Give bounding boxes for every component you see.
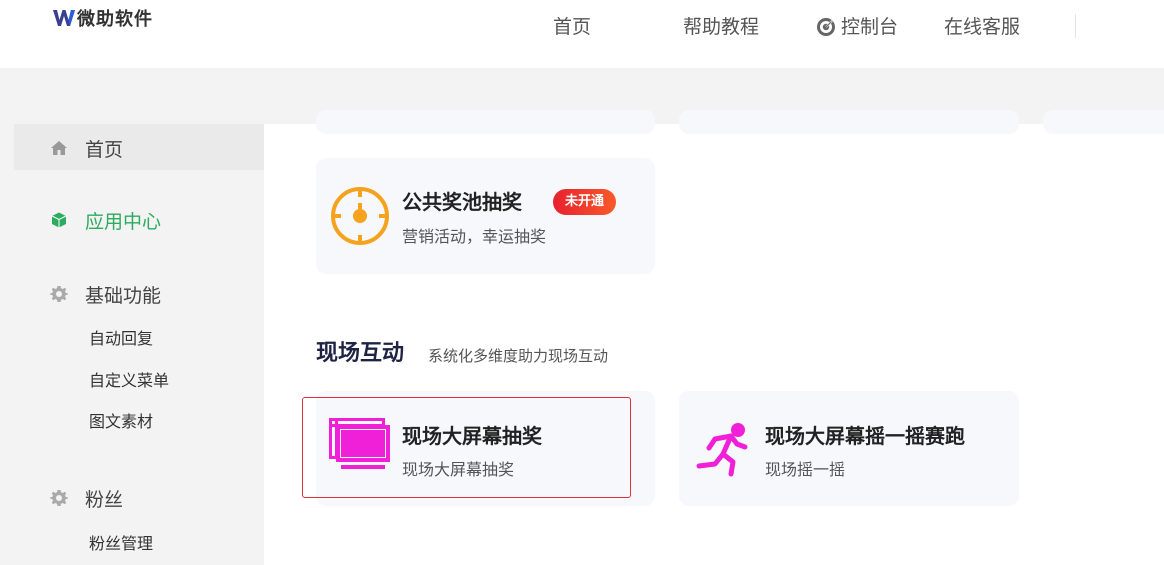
sidebar-item-app-center-label: 应用中心	[85, 210, 162, 233]
monitor-icon	[329, 418, 390, 469]
nav-online-service[interactable]: 在线客服	[944, 14, 1020, 40]
sidebar-item-home[interactable]: 首页	[50, 135, 123, 161]
sidebar-item-basic-label: 基础功能	[85, 284, 162, 307]
sidebar-item-fans[interactable]: 粉丝	[50, 485, 123, 511]
sidebar-sub-custom-menu[interactable]: 自定义菜单	[89, 370, 169, 392]
home-icon	[51, 141, 67, 155]
gear-icon	[50, 286, 68, 302]
app-card-partial[interactable]	[316, 110, 655, 134]
sidebar-item-app-center[interactable]: 应用中心	[50, 207, 161, 233]
card-title: 现场大屏幕摇一摇赛跑	[765, 424, 965, 448]
brand-logo[interactable]: 微助软件	[52, 6, 153, 30]
app-card-partial[interactable]	[679, 110, 1019, 134]
sidebar-item-home-label: 首页	[85, 138, 124, 161]
sidebar-item-fans-label: 粉丝	[85, 488, 124, 511]
card-title: 公共奖池抽奖	[402, 190, 522, 214]
nav-console[interactable]: 控制台	[816, 14, 898, 40]
console-target-icon	[817, 18, 835, 36]
card-description: 现场大屏幕抽奖	[402, 460, 515, 479]
nav-console-label: 控制台	[841, 16, 899, 38]
nav-home-label: 首页	[553, 16, 592, 38]
nav-service-label: 在线客服	[944, 16, 1021, 38]
section-subtitle: 系统化多维度助力现场互动	[428, 347, 609, 365]
runner-icon	[696, 423, 748, 477]
app-card-public-lottery[interactable]: 公共奖池抽奖 未开通 营销活动，幸运抽奖	[316, 158, 655, 274]
logo-w-icon	[53, 10, 75, 26]
sidebar-sub-auto-reply[interactable]: 自动回复	[89, 328, 153, 350]
gear-icon	[50, 490, 68, 506]
nav-help-label: 帮助教程	[683, 16, 760, 38]
section-title: 现场互动	[316, 341, 405, 366]
app-card-big-screen-lottery[interactable]: 现场大屏幕抽奖 现场大屏幕抽奖	[316, 391, 655, 506]
sidebar: 首页 应用中心 基础功能 自动回复 自定义菜单 图文素材 粉丝 粉丝管理	[0, 124, 264, 565]
logo-text: 微助软件	[77, 9, 153, 30]
card-description: 营销活动，幸运抽奖	[402, 227, 547, 246]
nav-home[interactable]: 首页	[553, 14, 591, 40]
status-badge: 未开通	[553, 189, 617, 215]
nav-divider	[1075, 14, 1076, 38]
app-card-shake-race[interactable]: 现场大屏幕摇一摇赛跑 现场摇一摇	[679, 391, 1019, 506]
sidebar-sub-fans-management[interactable]: 粉丝管理	[89, 533, 153, 555]
cube-icon	[51, 212, 67, 228]
top-header: 微助软件 首页 帮助教程 控制台 在线客服	[0, 0, 1164, 68]
card-title: 现场大屏幕抽奖	[402, 424, 542, 448]
sidebar-item-basic-functions[interactable]: 基础功能	[50, 281, 161, 307]
app-card-partial[interactable]	[1043, 110, 1164, 134]
nav-help-tutorial[interactable]: 帮助教程	[683, 14, 759, 40]
card-description: 现场摇一摇	[765, 460, 846, 479]
sidebar-sub-media-material[interactable]: 图文素材	[89, 411, 153, 433]
dial-icon	[331, 187, 389, 245]
